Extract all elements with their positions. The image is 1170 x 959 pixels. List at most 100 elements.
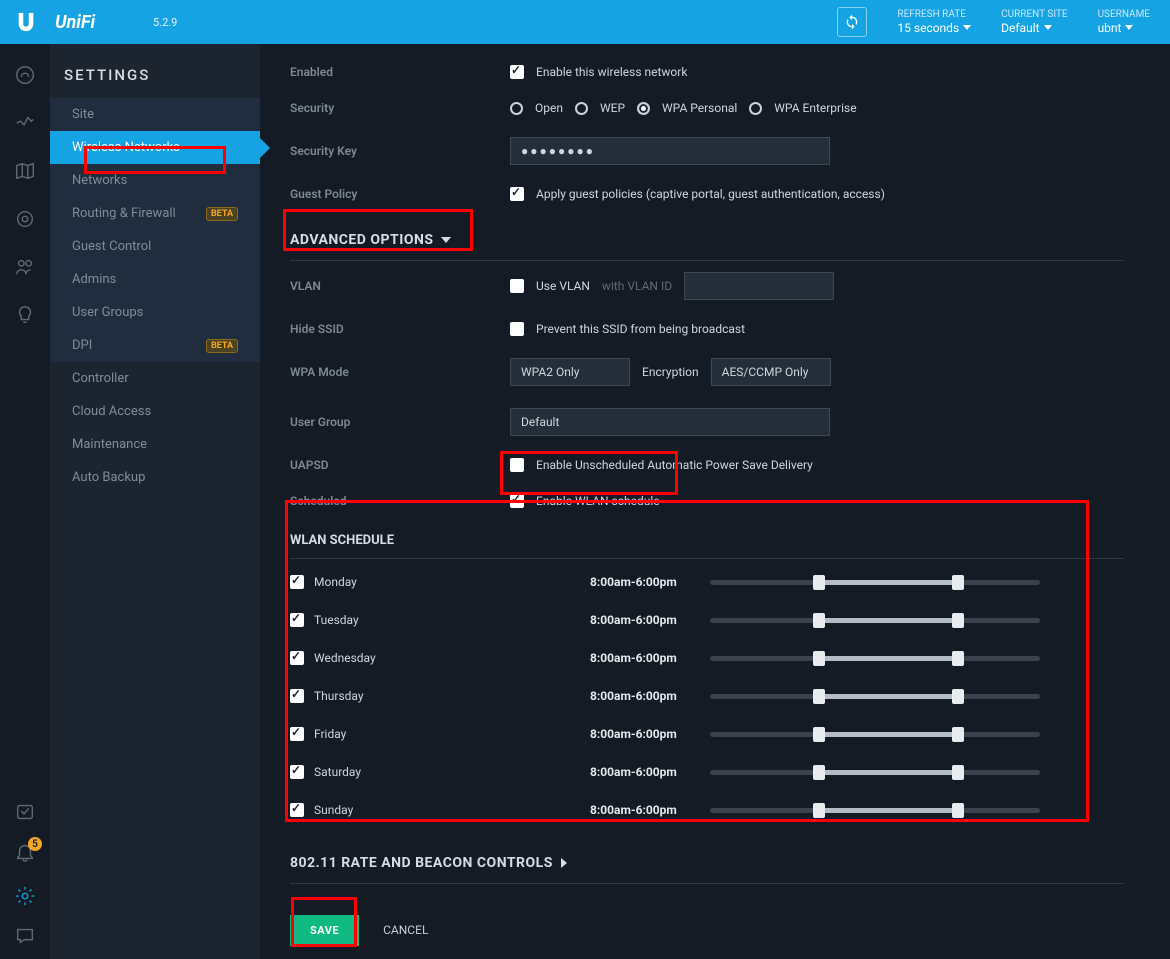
slider-end-handle[interactable] bbox=[952, 651, 964, 666]
schedule-monday-checkbox[interactable] bbox=[290, 575, 304, 589]
security-open-radio[interactable] bbox=[510, 102, 523, 115]
devices-icon[interactable] bbox=[14, 208, 36, 230]
schedule-saturday-checkbox[interactable] bbox=[290, 765, 304, 779]
sidebar-item-networks[interactable]: Networks bbox=[50, 164, 260, 197]
wpa-mode-label: WPA Mode bbox=[290, 365, 510, 379]
sidebar-item-routing-firewall[interactable]: Routing & FirewallBETA bbox=[50, 197, 260, 230]
uapsd-label: UAPSD bbox=[290, 458, 510, 472]
slider-start-handle[interactable] bbox=[813, 765, 825, 780]
events-icon[interactable] bbox=[14, 801, 36, 823]
sidebar-item-cloud-access[interactable]: Cloud Access bbox=[50, 395, 260, 428]
schedule-tuesday-checkbox[interactable] bbox=[290, 613, 304, 627]
rate-beacon-header[interactable]: 802.11 RATE AND BEACON CONTROLS bbox=[290, 843, 1124, 884]
slider-start-handle[interactable] bbox=[813, 727, 825, 742]
wpa-mode-row: WPA Mode WPA2 Only Encryption AES/CCMP O… bbox=[290, 347, 1124, 397]
slider-start-handle[interactable] bbox=[813, 689, 825, 704]
security-wep-radio[interactable] bbox=[575, 102, 588, 115]
schedule-monday-label: Monday bbox=[314, 575, 357, 589]
vlan-id-input[interactable] bbox=[684, 272, 834, 300]
refresh-button[interactable] bbox=[837, 7, 867, 37]
dashboard-icon[interactable] bbox=[14, 64, 36, 86]
sidebar-item-controller[interactable]: Controller bbox=[50, 362, 260, 395]
cancel-button[interactable]: CANCEL bbox=[367, 914, 444, 946]
sidebar-item-admins[interactable]: Admins bbox=[50, 263, 260, 296]
slider-end-handle[interactable] bbox=[952, 765, 964, 780]
user-group-select[interactable]: Default bbox=[510, 408, 830, 436]
slider-end-handle[interactable] bbox=[952, 613, 964, 628]
refresh-rate-info[interactable]: REFRESH RATE 15 seconds bbox=[897, 9, 971, 35]
schedule-row-monday: Monday8:00am-6:00pm bbox=[290, 563, 1124, 601]
map-icon[interactable] bbox=[14, 160, 36, 182]
unifi-logo: UniFi bbox=[55, 12, 135, 32]
alerts-button[interactable]: 5 bbox=[14, 841, 36, 867]
sidebar-item-dpi[interactable]: DPIBETA bbox=[50, 329, 260, 362]
guest-policy-row: Guest Policy Apply guest policies (capti… bbox=[290, 176, 1124, 212]
enable-wlan-schedule-checkbox[interactable] bbox=[510, 494, 524, 508]
settings-nav: Site Wireless Networks Networks Routing … bbox=[50, 98, 260, 494]
schedule-saturday-time: 8:00am-6:00pm bbox=[590, 765, 710, 779]
schedule-thursday-slider[interactable] bbox=[710, 691, 1040, 701]
advanced-options-header[interactable]: ADVANCED OPTIONS bbox=[290, 220, 1124, 261]
insights-icon[interactable] bbox=[14, 304, 36, 326]
use-vlan-checkbox[interactable] bbox=[510, 279, 524, 293]
schedule-wednesday-slider[interactable] bbox=[710, 653, 1040, 663]
schedule-row-saturday: Saturday8:00am-6:00pm bbox=[290, 753, 1124, 791]
slider-end-handle[interactable] bbox=[952, 803, 964, 818]
schedule-sunday-time: 8:00am-6:00pm bbox=[590, 803, 710, 817]
schedule-friday-checkbox[interactable] bbox=[290, 727, 304, 741]
security-wpa-enterprise-radio[interactable] bbox=[749, 102, 762, 115]
schedule-tuesday-label: Tuesday bbox=[314, 613, 359, 627]
slider-start-handle[interactable] bbox=[813, 803, 825, 818]
schedule-saturday-slider[interactable] bbox=[710, 767, 1040, 777]
sidebar-item-wireless-networks[interactable]: Wireless Networks bbox=[50, 131, 260, 164]
slider-end-handle[interactable] bbox=[952, 727, 964, 742]
alert-count-badge: 5 bbox=[28, 837, 42, 851]
guest-policy-label: Guest Policy bbox=[290, 187, 510, 201]
uapsd-checkbox[interactable] bbox=[510, 458, 524, 472]
slider-start-handle[interactable] bbox=[813, 575, 825, 590]
hide-ssid-checkbox[interactable] bbox=[510, 322, 524, 336]
slider-start-handle[interactable] bbox=[813, 613, 825, 628]
current-site-label: CURRENT SITE bbox=[1001, 9, 1067, 21]
schedule-wednesday-time: 8:00am-6:00pm bbox=[590, 651, 710, 665]
current-site-info[interactable]: CURRENT SITE Default bbox=[1001, 9, 1067, 35]
chat-icon[interactable] bbox=[14, 925, 36, 947]
security-wpa-personal-radio[interactable] bbox=[637, 102, 650, 115]
sidebar-item-guest-control[interactable]: Guest Control bbox=[50, 230, 260, 263]
schedule-friday-slider[interactable] bbox=[710, 729, 1040, 739]
save-button[interactable]: SAVE bbox=[290, 915, 359, 946]
sidebar-item-auto-backup[interactable]: Auto Backup bbox=[50, 461, 260, 494]
username-info[interactable]: USERNAME ubnt bbox=[1098, 9, 1150, 35]
slider-end-handle[interactable] bbox=[952, 575, 964, 590]
guest-policy-checkbox[interactable] bbox=[510, 187, 524, 201]
schedule-tuesday-slider[interactable] bbox=[710, 615, 1040, 625]
clients-icon[interactable] bbox=[14, 256, 36, 278]
schedule-sunday-label: Sunday bbox=[314, 803, 353, 817]
schedule-sunday-slider[interactable] bbox=[710, 805, 1040, 815]
wpa-mode-select[interactable]: WPA2 Only bbox=[510, 358, 630, 386]
schedule-thursday-label: Thursday bbox=[314, 689, 364, 703]
settings-icon[interactable] bbox=[14, 885, 36, 907]
settings-panel: SETTINGS Site Wireless Networks Networks… bbox=[50, 44, 260, 959]
scheduled-label: Scheduled bbox=[290, 494, 510, 508]
security-key-input[interactable] bbox=[510, 137, 830, 165]
hide-ssid-label: Hide SSID bbox=[290, 322, 510, 336]
schedule-sunday-checkbox[interactable] bbox=[290, 803, 304, 817]
chevron-down-icon bbox=[1125, 25, 1133, 30]
version-text: 5.2.9 bbox=[153, 16, 177, 29]
sidebar-item-user-groups[interactable]: User Groups bbox=[50, 296, 260, 329]
schedule-wednesday-checkbox[interactable] bbox=[290, 651, 304, 665]
sidebar-item-maintenance[interactable]: Maintenance bbox=[50, 428, 260, 461]
schedule-thursday-checkbox[interactable] bbox=[290, 689, 304, 703]
user-group-label: User Group bbox=[290, 415, 510, 429]
enabled-row: Enabled Enable this wireless network bbox=[290, 54, 1124, 90]
slider-end-handle[interactable] bbox=[952, 689, 964, 704]
schedule-friday-label: Friday bbox=[314, 727, 346, 741]
schedule-monday-slider[interactable] bbox=[710, 577, 1040, 587]
schedule-row-tuesday: Tuesday8:00am-6:00pm bbox=[290, 601, 1124, 639]
sidebar-item-site[interactable]: Site bbox=[50, 98, 260, 131]
stats-icon[interactable] bbox=[14, 112, 36, 134]
encryption-select[interactable]: AES/CCMP Only bbox=[711, 358, 831, 386]
enabled-checkbox[interactable] bbox=[510, 65, 524, 79]
slider-start-handle[interactable] bbox=[813, 651, 825, 666]
